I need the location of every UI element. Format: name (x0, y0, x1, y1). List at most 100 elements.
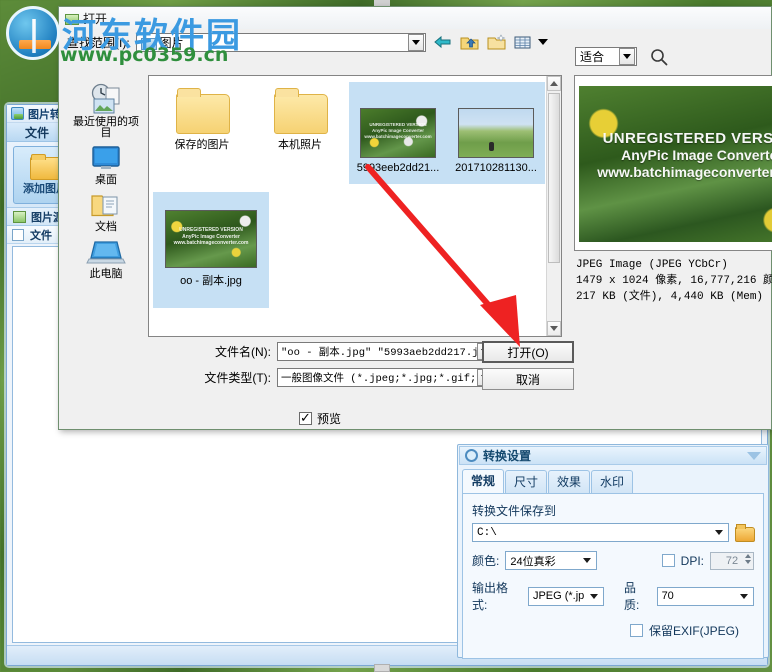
save-to-row: C:\ (472, 523, 755, 542)
menu-item-file[interactable]: 文件 (17, 123, 57, 142)
place-documents[interactable]: 文档 (69, 188, 143, 235)
save-to-input[interactable]: C:\ (472, 523, 729, 542)
folder-icon (274, 88, 328, 134)
dpi-value: 72 (725, 554, 739, 567)
scroll-up-button[interactable] (547, 76, 561, 91)
look-in-dropdown-button[interactable] (407, 33, 424, 51)
conversion-settings-header[interactable]: 转换设置 (459, 446, 767, 465)
dpi-checkbox[interactable] (661, 554, 675, 567)
save-to-value: C:\ (477, 526, 497, 539)
place-label-documents: 文档 (95, 221, 117, 233)
exif-row: 保留EXIF(JPEG) (472, 622, 754, 639)
file-grid: 保存的图片 本机照片 UNREGISTERED VERSION AnyPic Im… (149, 76, 561, 314)
color-label: 颜色: (472, 554, 500, 568)
tab-general[interactable]: 常规 (462, 469, 505, 493)
place-label-recent: 最近使用的项目 (73, 116, 139, 139)
folder-browse-icon[interactable] (735, 524, 755, 542)
magnifier-icon[interactable] (649, 47, 669, 67)
file-name-input[interactable]: "oo - 副本.jpg" "5993aeb2dd217.jpg" "2 (277, 342, 495, 361)
tab-size[interactable]: 尺寸 (505, 470, 548, 493)
image-source-icon (13, 210, 26, 223)
watermark-logo-icon (6, 6, 60, 60)
thumbnail-detail (489, 142, 494, 151)
preview-info: JPEG Image (JPEG YCbCr) 1479 x 1024 像素, … (576, 257, 772, 305)
select-all-checkbox[interactable] (12, 228, 24, 241)
thumbnail-icon: UNREGISTERED VERSION AnyPic Image Convert… (165, 210, 257, 268)
place-this-pc[interactable]: 此电脑 (69, 235, 143, 282)
file-name: 5993eeb2dd21... (356, 162, 440, 174)
file-item-image-oo[interactable]: UNREGISTERED VERSION AnyPic Image Convert… (153, 192, 269, 308)
screenshot-root: 图片转换器 文件 添加图片 图片源 文件 转换设置 常规 尺寸 效果 水印 转换… (0, 0, 772, 672)
up-folder-icon[interactable] (459, 32, 480, 52)
add-folder-icon (30, 153, 62, 180)
thumbnail-icon (458, 108, 534, 158)
preview-watermark: UNREGISTERED VERSION AnyPic Image Conver… (579, 130, 772, 181)
this-pc-icon (86, 241, 126, 264)
place-label-this-pc: 此电脑 (89, 268, 123, 280)
new-folder-icon[interactable] (486, 32, 507, 52)
conversion-tabs: 常规 尺寸 效果 水印 (458, 466, 768, 493)
place-recent-items[interactable]: 最近使用的项目 (69, 79, 143, 141)
file-item-folder-local-photos[interactable]: 本机照片 (251, 82, 349, 184)
file-name-value: "oo - 副本.jpg" "5993aeb2dd217.jpg" "2 (281, 347, 477, 359)
file-item-image-village[interactable]: 201710281130... (447, 82, 545, 184)
preview-checkbox-label: 预览 (317, 412, 342, 426)
quality-select[interactable]: 70 (656, 586, 754, 606)
tab-effects[interactable]: 效果 (548, 470, 591, 493)
scroll-down-button[interactable] (547, 321, 561, 336)
desktop-icon (92, 146, 120, 169)
file-name: 保存的图片 (174, 139, 230, 151)
chevron-down-icon[interactable] (715, 530, 723, 535)
open-file-dialog: 打开 查找范围(I): 图片 适合 最近使用的项目 桌面 文档 此电脑 保存的图… (58, 6, 772, 430)
preview-watermark-line2: AnyPic Image Converter (621, 147, 772, 163)
recent-items-icon (91, 83, 120, 114)
preview-watermark-line3: www.batchimageconverter.com (597, 164, 772, 180)
file-name-row: 文件名(N): "oo - 副本.jpg" "5993aeb2dd217.jpg… (199, 342, 495, 361)
preview-checkbox[interactable] (299, 410, 312, 426)
stepper-arrows-icon[interactable] (745, 553, 751, 564)
preview-image: UNREGISTERED VERSION AnyPic Image Conver… (579, 86, 772, 242)
file-type-select[interactable]: 一般图像文件 (*.jpeg;*.jpg;*.gif;*.bm (277, 368, 495, 387)
file-type-row: 文件类型(T): 一般图像文件 (*.jpeg;*.jpg;*.gif;*.bm (199, 368, 495, 387)
file-type-value: 一般图像文件 (*.jpeg;*.jpg;*.gif;*.bm (281, 373, 477, 385)
scrollbar-thumb[interactable] (548, 93, 560, 263)
file-item-image-grass[interactable]: UNREGISTERED VERSION AnyPic Image Convert… (349, 82, 447, 184)
output-format-label: 输出格式: (472, 581, 509, 612)
cancel-button[interactable]: 取消 (482, 368, 574, 390)
view-mode-icon[interactable] (513, 32, 534, 52)
back-arrow-icon[interactable] (432, 32, 453, 52)
app-icon (11, 107, 24, 120)
file-list-pane[interactable]: 保存的图片 本机照片 UNREGISTERED VERSION AnyPic Im… (148, 75, 562, 337)
collapse-triangle-icon[interactable] (747, 451, 761, 460)
color-depth-select[interactable]: 24位真彩 (505, 551, 598, 570)
file-name: 201710281130... (455, 162, 537, 174)
quality-label: 品质: (623, 581, 640, 612)
zoom-fit-select[interactable]: 适合 (575, 47, 637, 66)
file-name-label: 文件名(N): (215, 345, 271, 359)
tab-watermark[interactable]: 水印 (591, 470, 634, 493)
view-mode-dropdown-icon[interactable] (537, 39, 548, 45)
output-format-select[interactable]: JPEG (*.jp (527, 586, 604, 606)
preview-info-line1: JPEG Image (JPEG YCbCr) (576, 259, 728, 271)
preview-info-line3: 217 KB (文件), 4,440 KB (Mem) (576, 291, 764, 303)
chevron-down-icon[interactable] (589, 593, 598, 599)
file-name: oo - 副本.jpg (180, 275, 242, 287)
zoom-fit-dropdown-button[interactable] (619, 48, 635, 65)
exif-checkbox[interactable] (630, 624, 643, 637)
color-depth-value: 24位真彩 (510, 555, 556, 568)
chevron-down-icon[interactable] (740, 593, 748, 599)
documents-icon (91, 195, 118, 217)
preview-checkbox-row[interactable]: 预览 (299, 410, 341, 427)
conversion-settings-title: 转换设置 (483, 449, 532, 463)
file-type-label: 文件类型(T): (204, 371, 271, 385)
open-button[interactable]: 打开(O) (482, 341, 574, 363)
conversion-settings-panel: 转换设置 常规 尺寸 效果 水印 转换文件保存到 C:\ 颜色: 24位真彩 D… (457, 444, 769, 659)
dpi-stepper[interactable]: 72 (710, 551, 754, 570)
place-desktop[interactable]: 桌面 (69, 141, 143, 188)
file-item-folder-saved-pictures[interactable]: 保存的图片 (153, 82, 251, 184)
preview-box: UNREGISTERED VERSION AnyPic Image Conver… (574, 75, 772, 251)
zoom-fit-value: 适合 (580, 50, 605, 64)
chevron-down-icon[interactable] (583, 558, 592, 563)
place-label-desktop: 桌面 (95, 174, 117, 186)
file-pane-scrollbar[interactable] (546, 76, 561, 336)
